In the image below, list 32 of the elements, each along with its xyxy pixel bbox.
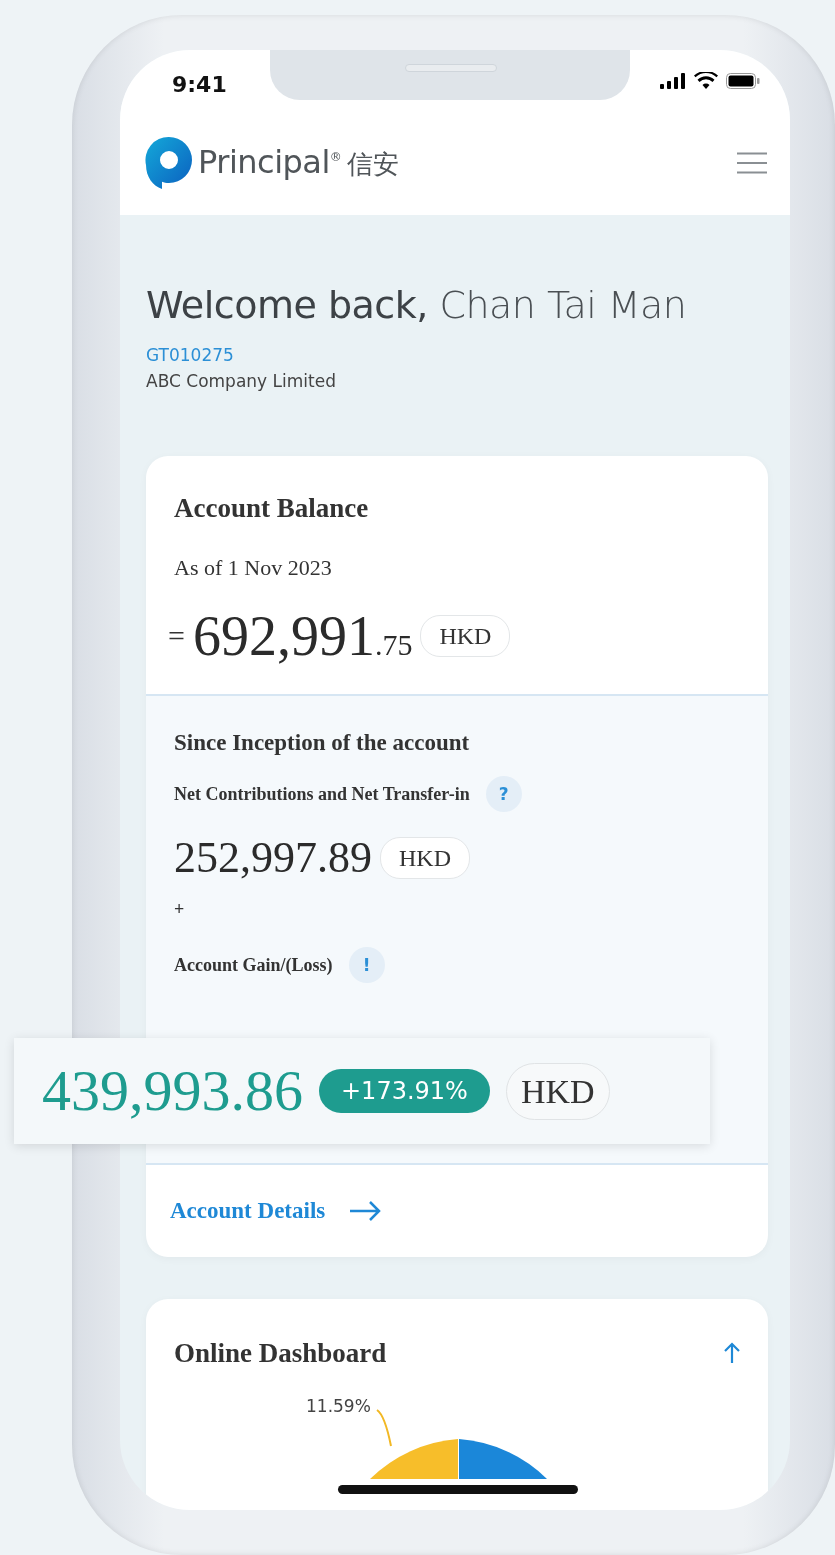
currency-label: HKD <box>420 614 511 657</box>
gain-amount: 439,993.86 <box>42 1062 303 1120</box>
as-of-date: As of 1 Nov 2023 <box>174 553 333 582</box>
gain-label: Account Gain/(Loss) <box>174 953 333 977</box>
menu-icon[interactable] <box>736 151 768 174</box>
logo-icon <box>144 134 194 191</box>
welcome-heading: Welcome back, Chan Tai Man <box>146 283 688 327</box>
contributions-label: Net Contributions and Net Transfer-in <box>174 782 470 806</box>
info-button[interactable]: ! <box>348 947 385 983</box>
leader-line <box>376 1409 392 1447</box>
contributions-amount: 252,997.89 <box>174 836 372 880</box>
currency-label: HKD <box>380 837 470 879</box>
balance-amount: 692,991.75 <box>192 607 413 664</box>
signal-icon <box>660 72 686 89</box>
status-time: 9:41 <box>172 72 227 97</box>
currency-label: HKD <box>505 1062 610 1120</box>
wifi-icon <box>694 72 718 89</box>
battery-icon <box>726 72 760 89</box>
account-details-link[interactable]: Account Details <box>170 1193 382 1229</box>
percent-change: +173.91% <box>319 1069 490 1113</box>
card-title: Online Dashboard <box>174 1337 387 1370</box>
help-button[interactable]: ? <box>485 776 522 812</box>
brand-name: Principal$^{®}$ 信安 <box>198 143 399 182</box>
card-title: Account Balance <box>174 492 370 525</box>
plus-sign: + <box>174 898 185 921</box>
account-number: GT010275 <box>146 344 235 367</box>
chart-label: 11.59% <box>306 1395 371 1416</box>
equals-sign: = <box>168 618 185 654</box>
section-title: Since Inception of the account <box>174 728 471 757</box>
arrow-right-icon <box>349 1201 382 1221</box>
arrow-up-icon[interactable] <box>724 1342 740 1365</box>
company-name: ABC Company Limited <box>146 369 337 393</box>
